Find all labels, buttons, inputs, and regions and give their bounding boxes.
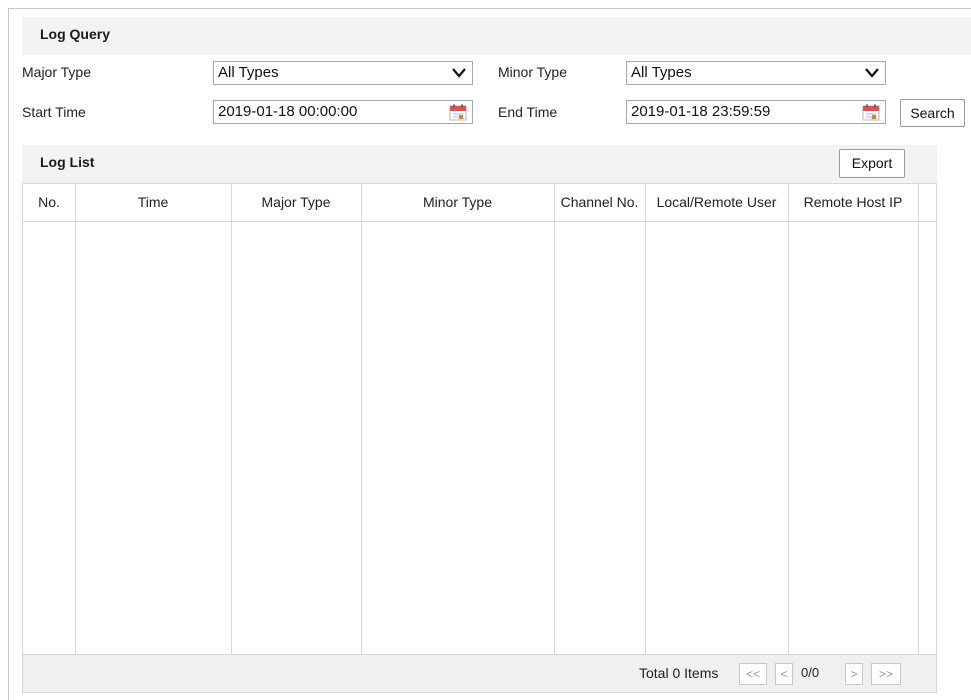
log-list-header: Log List [22, 145, 937, 183]
column-divider [554, 184, 555, 655]
chevron-down-icon [865, 68, 879, 78]
first-page-button[interactable]: << [739, 663, 767, 685]
log-query-title: Log Query [40, 26, 111, 42]
column-divider [361, 184, 362, 655]
major-type-label: Major Type [22, 64, 91, 80]
calendar-icon[interactable] [449, 104, 467, 121]
major-type-value: All Types [218, 64, 279, 81]
column-header-time: Time [137, 194, 169, 210]
page-indicator: 0/0 [801, 665, 820, 680]
last-page-button[interactable]: >> [871, 663, 901, 685]
column-header-major-type: Major Type [261, 194, 331, 210]
column-divider [918, 184, 919, 655]
log-table: No. Time Major Type Minor Type Channel N… [22, 183, 937, 693]
column-header-remote-host-ip: Remote Host IP [803, 194, 903, 210]
minor-type-value: All Types [631, 64, 692, 81]
total-items-text: Total 0 Items [639, 665, 719, 681]
column-divider [788, 184, 789, 655]
start-time-input[interactable]: 2019-01-18 00:00:00 [213, 100, 473, 124]
column-divider [231, 184, 232, 655]
column-divider [75, 184, 76, 655]
end-time-input[interactable]: 2019-01-18 23:59:59 [626, 100, 886, 124]
minor-type-select[interactable]: All Types [626, 61, 886, 85]
minor-type-label: Minor Type [498, 64, 567, 80]
major-type-select[interactable]: All Types [213, 61, 473, 85]
export-button[interactable]: Export [839, 149, 905, 178]
column-header-channel-no: Channel No. [560, 194, 639, 210]
end-time-value: 2019-01-18 23:59:59 [631, 103, 771, 120]
end-time-label: End Time [498, 104, 558, 120]
calendar-icon[interactable] [862, 104, 880, 121]
table-footer: Total 0 Items << < 0/0 > >> [23, 654, 936, 692]
table-header-row: No. Time Major Type Minor Type Channel N… [23, 184, 936, 222]
column-divider [645, 184, 646, 655]
start-time-label: Start Time [22, 104, 86, 120]
search-button[interactable]: Search [900, 99, 965, 127]
page-frame-top [8, 8, 971, 9]
log-query-header: Log Query [22, 17, 971, 55]
chevron-down-icon [452, 68, 466, 78]
log-list-title: Log List [40, 154, 95, 170]
page-frame-left [8, 8, 9, 700]
next-page-button[interactable]: > [845, 663, 863, 685]
column-header-minor-type: Minor Type [423, 194, 492, 210]
start-time-value: 2019-01-18 00:00:00 [218, 103, 358, 120]
column-header-no: No. [38, 194, 60, 210]
prev-page-button[interactable]: < [775, 663, 793, 685]
column-header-local-remote-user: Local/Remote User [656, 194, 777, 210]
